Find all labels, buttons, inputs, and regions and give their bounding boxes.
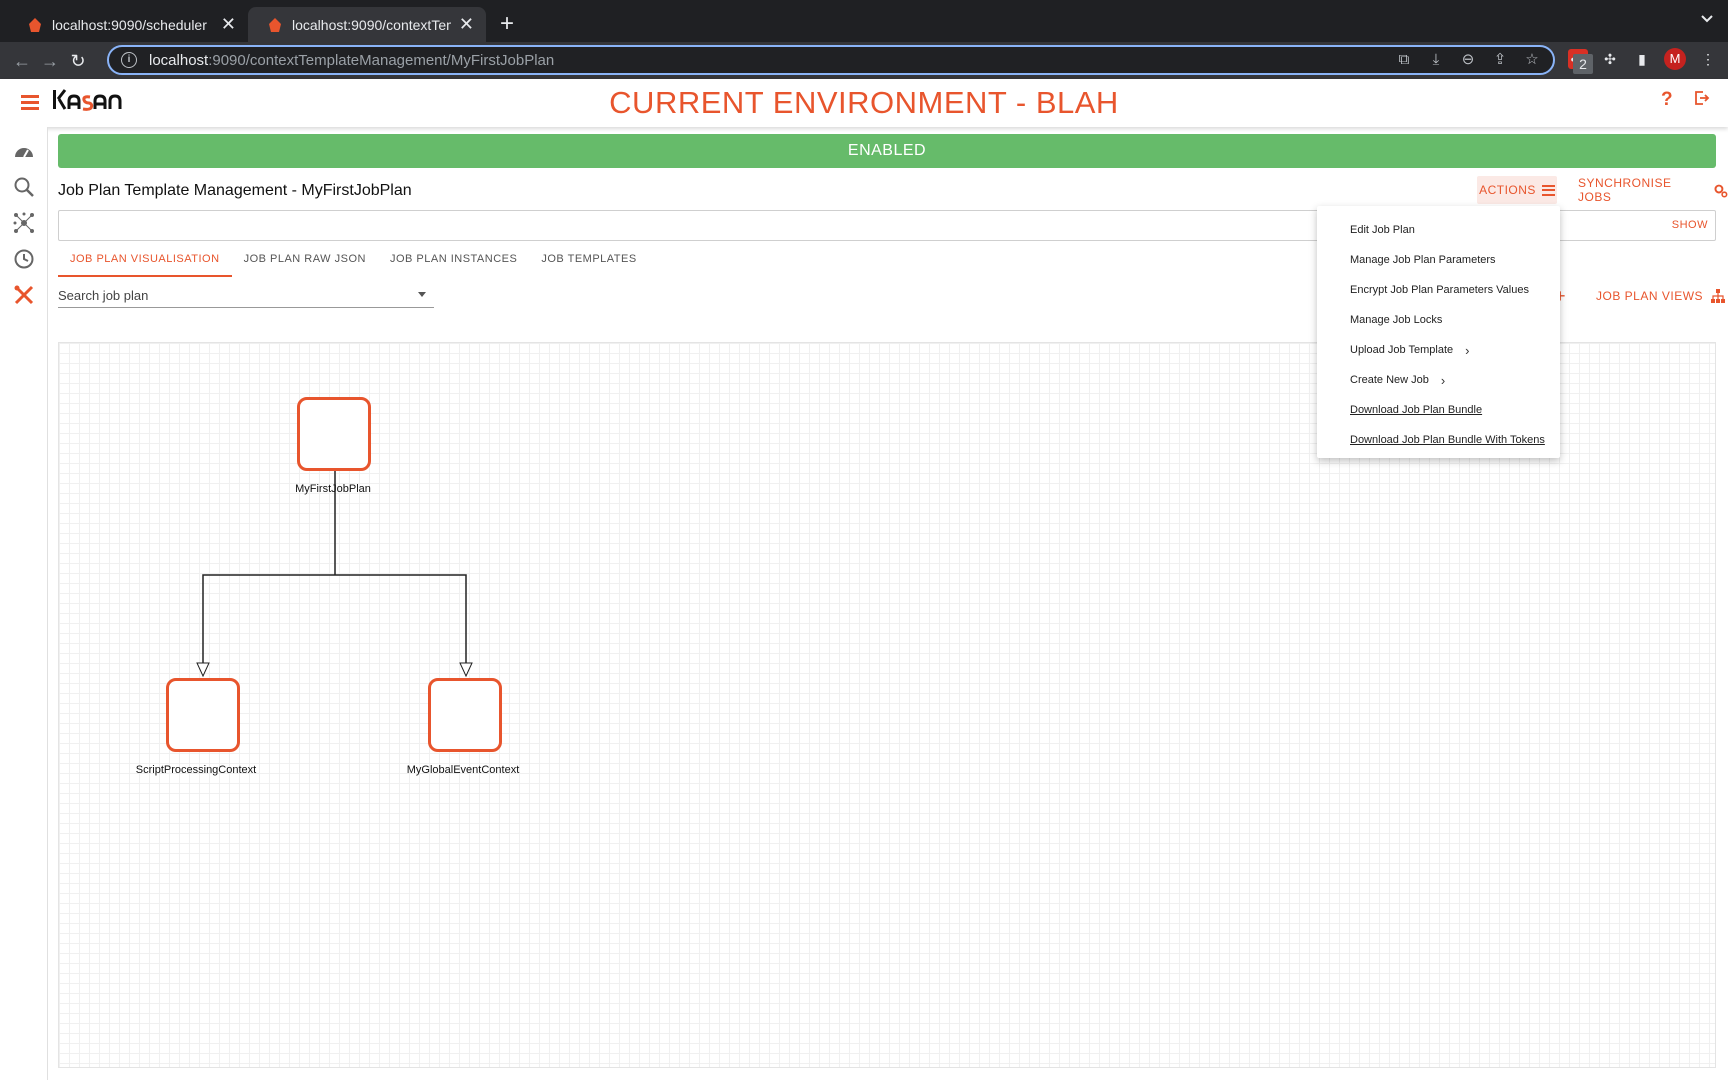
chevron-right-icon: ›	[1440, 372, 1446, 388]
gears-icon	[1714, 184, 1728, 198]
search-job-plan-select[interactable]: Search job plan	[58, 284, 434, 308]
profile-avatar[interactable]: M	[1664, 48, 1686, 70]
chevron-right-icon: ›	[1465, 342, 1470, 358]
graph-node-my-first-job-plan[interactable]	[297, 397, 371, 471]
browser-tabstrip: localhost:9090/scheduler ✕ localhost:909…	[0, 0, 1728, 42]
tools-wrench-icon[interactable]	[13, 284, 35, 306]
hierarchy-tree-icon	[1711, 289, 1726, 303]
back-arrow-icon[interactable]: ←	[10, 49, 34, 73]
search-job-plan-placeholder: Search job plan	[58, 288, 149, 303]
browser-tab-context-template[interactable]: localhost:9090/contextTemplateManagement…	[248, 7, 486, 42]
url-host: localhost	[149, 51, 209, 69]
actions-button[interactable]: ACTIONS	[1477, 176, 1557, 204]
menu-item-manage-job-locks[interactable]: Manage Job Locks	[1317, 305, 1560, 335]
browser-toolbar: ← → ↻ i localhost:9090/contextTemplateMa…	[0, 42, 1728, 79]
menu-item-manage-job-plan-parameters[interactable]: Manage Job Plan Parameters	[1317, 245, 1560, 275]
tab-job-plan-raw-json[interactable]: JOB PLAN RAW JSON	[232, 247, 378, 277]
omnibox-actions: ⧉ ⤓ ⊖ ⇪ ☆	[1395, 51, 1541, 69]
job-plan-views-button[interactable]: JOB PLAN VIEWS	[1596, 289, 1726, 303]
address-bar[interactable]: i localhost:9090/contextTemplateManageme…	[107, 45, 1555, 75]
graph-node-script-processing-context[interactable]	[166, 678, 240, 752]
url-path: :9090/contextTemplateManagement/MyFirstJ…	[208, 51, 555, 69]
install-app-icon[interactable]: ⤓	[1427, 51, 1445, 69]
synchronise-jobs-label: SYNCHRONISE JOBS	[1578, 176, 1672, 204]
menu-item-label: Manage Job Locks	[1350, 314, 1443, 326]
menu-item-label: Edit Job Plan	[1350, 224, 1415, 236]
graph-edge-to-script-processing	[202, 574, 335, 663]
tab-job-plan-visualisation[interactable]: JOB PLAN VISUALISATION	[58, 247, 232, 277]
share-icon[interactable]: ⇪	[1491, 51, 1509, 69]
ikasan-favicon-icon	[29, 17, 41, 32]
environment-title: CURRENT ENVIRONMENT - BLAH	[609, 85, 1119, 120]
arrowhead-icon	[196, 662, 210, 678]
graph-node-label: MyGlobalEventContext	[406, 764, 520, 776]
menu-item-label: Download Job Plan Bundle With Tokens	[1350, 434, 1545, 446]
menu-item-create-new-job[interactable]: Create New Job ›	[1317, 365, 1560, 395]
browser-menu-icon[interactable]: ⋮	[1698, 49, 1718, 69]
menu-item-upload-job-template[interactable]: Upload Job Template ›	[1317, 335, 1560, 365]
menu-bars-icon	[1541, 184, 1555, 196]
job-plan-views-label: JOB PLAN VIEWS	[1596, 289, 1704, 303]
zoom-icon[interactable]: ⊖	[1459, 51, 1477, 69]
tab-job-plan-instances[interactable]: JOB PLAN INSTANCES	[378, 247, 529, 277]
puzzle-extensions-icon[interactable]: ✣	[1600, 49, 1620, 69]
topology-network-icon[interactable]	[13, 212, 35, 234]
extension-area: •••2 ✣ ▮ M ⋮	[1568, 48, 1718, 74]
menu-item-label: Download Job Plan Bundle	[1350, 404, 1483, 416]
menu-item-label: Encrypt Job Plan Parameters Values	[1350, 284, 1529, 296]
browser-tab-title: localhost:9090/contextTemplateManagement…	[292, 16, 451, 33]
page-title: Job Plan Template Management - MyFirstJo…	[58, 182, 412, 199]
graph-node-label: MyFirstJobPlan	[295, 483, 371, 495]
tab-job-templates[interactable]: JOB TEMPLATES	[529, 247, 648, 277]
graph-node-my-global-event-context[interactable]	[428, 678, 502, 752]
menu-item-label: Create New Job	[1350, 374, 1429, 386]
graph-node-label: ScriptProcessingContext	[135, 764, 257, 776]
menu-item-download-job-plan-bundle-with-tokens[interactable]: Download Job Plan Bundle With Tokens	[1317, 425, 1560, 455]
forward-arrow-icon[interactable]: →	[38, 49, 62, 73]
browser-tab-title: localhost:9090/scheduler	[52, 16, 207, 33]
side-navigation	[0, 127, 48, 1080]
menu-item-edit-job-plan[interactable]: Edit Job Plan	[1317, 215, 1560, 245]
arrowhead-icon	[459, 662, 473, 678]
menu-item-label: Manage Job Plan Parameters	[1350, 254, 1496, 266]
bookmark-star-icon[interactable]: ☆	[1523, 51, 1541, 69]
job-plan-tabs: JOB PLAN VISUALISATION JOB PLAN RAW JSON…	[58, 247, 649, 277]
close-tab-icon[interactable]: ✕	[221, 14, 236, 35]
actions-button-label: ACTIONS	[1479, 183, 1536, 197]
actions-dropdown-menu: Edit Job Plan Manage Job Plan Parameters…	[1317, 206, 1560, 458]
enabled-status-banner: ENABLED	[58, 134, 1716, 168]
site-info-icon[interactable]: i	[121, 52, 137, 68]
side-panel-icon[interactable]: ▮	[1632, 49, 1652, 69]
help-icon[interactable]: ?	[1661, 89, 1673, 111]
reload-icon[interactable]: ↻	[66, 49, 90, 73]
show-link[interactable]: SHOW	[1672, 219, 1708, 231]
menu-item-download-job-plan-bundle[interactable]: Download Job Plan Bundle	[1317, 395, 1560, 425]
dropdown-caret-icon	[418, 292, 426, 297]
search-icon[interactable]	[13, 176, 35, 198]
ikasan-favicon-icon	[269, 17, 281, 32]
new-tab-icon[interactable]: +	[500, 10, 514, 38]
logout-icon[interactable]	[1694, 90, 1710, 106]
clock-history-icon[interactable]	[13, 248, 35, 270]
open-external-icon[interactable]: ⧉	[1395, 51, 1413, 69]
app-header: CURRENT ENVIRONMENT - BLAH ?	[0, 79, 1728, 127]
dashboard-gauge-icon[interactable]	[13, 141, 35, 163]
menu-item-encrypt-job-plan-parameters[interactable]: Encrypt Job Plan Parameters Values	[1317, 275, 1560, 305]
menu-item-label: Upload Job Template	[1350, 344, 1454, 356]
tab-search-chevron-icon[interactable]	[1700, 12, 1714, 26]
graph-edge-to-global-event	[335, 574, 467, 663]
extension-icon[interactable]: •••2	[1568, 49, 1593, 74]
browser-tab-scheduler[interactable]: localhost:9090/scheduler ✕	[8, 7, 248, 42]
close-tab-icon[interactable]: ✕	[459, 14, 474, 35]
synchronise-jobs-button[interactable]: SYNCHRONISE JOBS	[1578, 176, 1728, 204]
extension-badge: 2	[1573, 54, 1593, 74]
